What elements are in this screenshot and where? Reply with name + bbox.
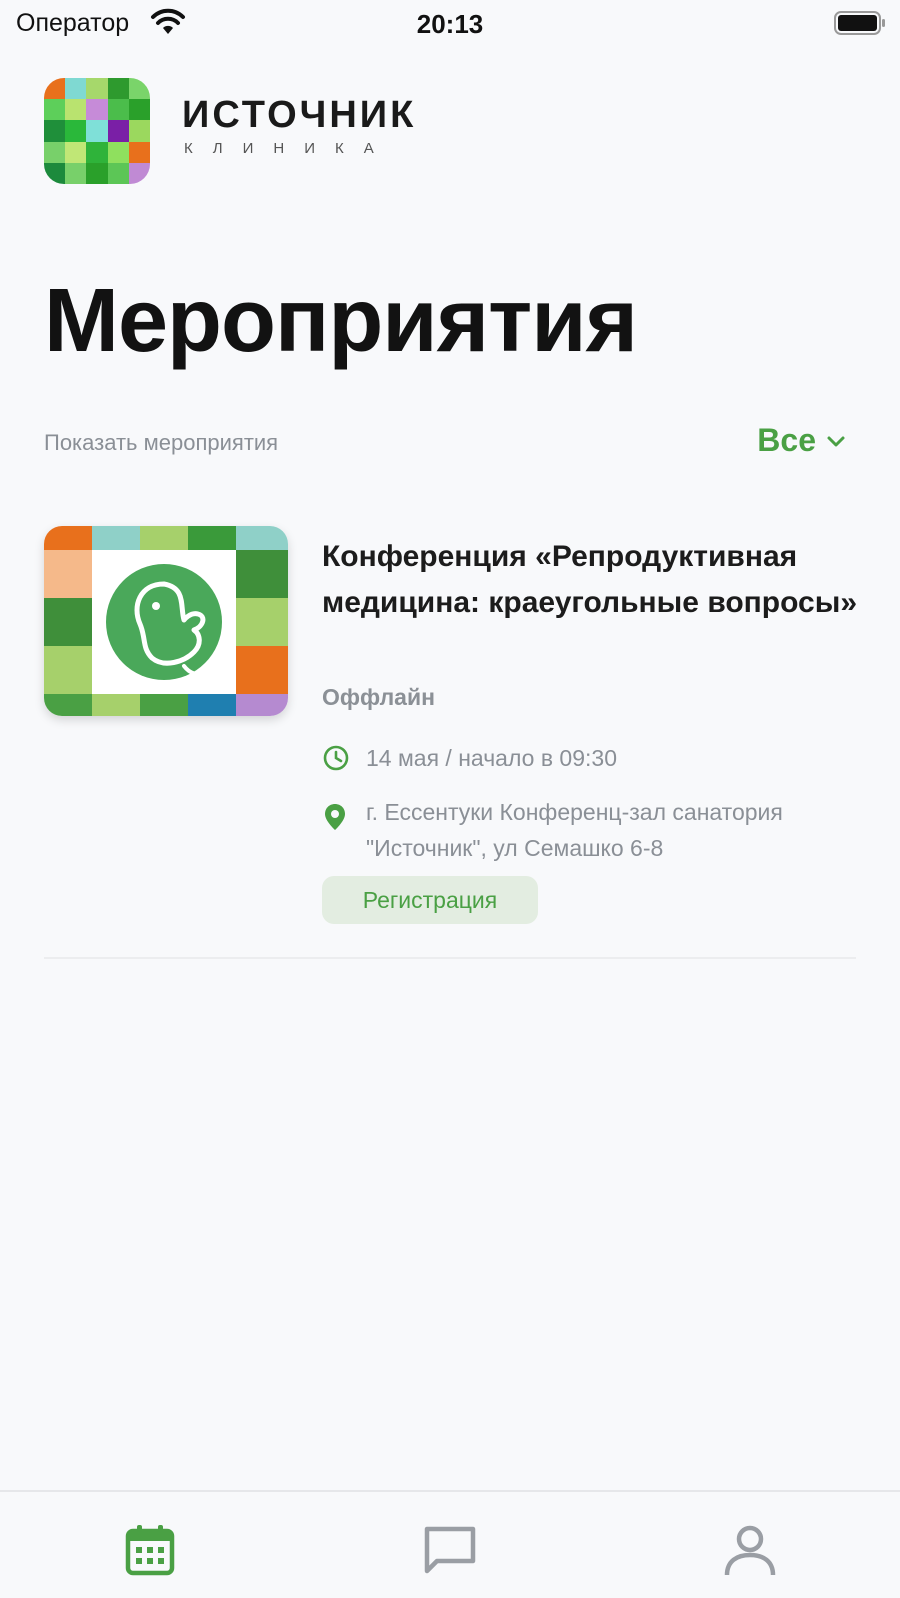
location-pin-icon	[325, 804, 345, 830]
filter-selected-value: Все	[757, 422, 816, 458]
filter-label: Показать мероприятия	[44, 430, 279, 455]
divider	[44, 957, 856, 959]
event-location-row: г. Ессентуки Конференц-зал санатория "Ис…	[322, 794, 866, 866]
event-format: Оффлайн	[322, 684, 436, 710]
event-title[interactable]: Конференция «Репродуктивная медицина: кр…	[322, 534, 862, 626]
clock-icon	[323, 745, 349, 771]
status-bar: Оператор 20:13	[0, 0, 900, 46]
event-location: г. Ессентуки Конференц-зал санатория "Ис…	[366, 799, 783, 861]
calendar-icon	[125, 1525, 175, 1576]
tab-events[interactable]	[118, 1518, 182, 1582]
embryo-emblem-image	[44, 526, 288, 716]
clinic-logo	[44, 78, 150, 184]
event-date: 14 мая / начало в 09:30	[366, 744, 617, 771]
battery-icon	[834, 11, 885, 35]
brand-name: ИСТОЧНИК	[182, 94, 417, 136]
profile-icon	[724, 1525, 776, 1576]
chevron-down-icon	[827, 436, 845, 446]
bottom-tab-bar	[0, 1490, 900, 1598]
page-title: Мероприятия	[44, 271, 638, 371]
tab-profile[interactable]	[718, 1518, 782, 1582]
event-date-row: 14 мая / начало в 09:30	[322, 744, 617, 772]
chat-icon	[424, 1526, 476, 1574]
tab-chat[interactable]	[418, 1518, 482, 1582]
event-thumbnail[interactable]	[44, 526, 288, 716]
event-filter-dropdown[interactable]: Все	[757, 422, 848, 459]
events-screen: Оператор 20:13 ИСТОЧНИК КЛИНИКА Мероприя…	[0, 0, 900, 1598]
brand-subtitle: КЛИНИКА	[184, 140, 394, 157]
register-button[interactable]: Регистрация	[322, 876, 538, 924]
clock-time: 20:13	[416, 9, 484, 39]
